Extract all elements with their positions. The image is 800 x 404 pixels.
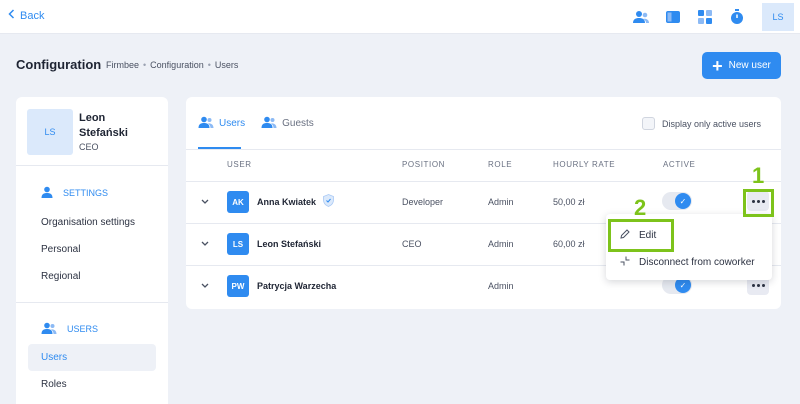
new-user-button[interactable]: + New user [702,52,781,79]
user-role: Admin [488,197,514,207]
chevron-left-icon [8,9,15,22]
step-1-highlight [743,189,774,217]
profile-avatar: LS [27,109,73,155]
page-title: Configuration [16,57,102,72]
user-position: CEO [402,239,422,249]
breadcrumb: Firmbee • Configuration • Users [106,60,238,70]
user-hourly-rate: 50,00 zł [553,197,585,207]
sidebar-item-personal[interactable]: Personal [28,236,156,263]
profile-sidebar: LS Leon Stefański CEO SETTINGS Organisat… [16,97,168,404]
top-bar: Back LS [0,0,800,34]
step-1-number: 1 [752,163,765,188]
settings-section-header: SETTINGS [41,186,108,200]
check-icon: ✓ [675,193,691,209]
tab-bar: Users Guests [198,116,314,130]
users-icon [261,116,277,131]
sidebar-item-roles[interactable]: Roles [28,371,156,398]
sidebar-item-users[interactable]: Users [28,344,156,371]
tab-label: Guests [282,117,314,129]
column-header-role: ROLE [488,160,513,169]
user-position: Developer [402,197,444,207]
sidebar-item-label: Regional [41,271,81,282]
grid-icon[interactable] [690,0,720,34]
panel-icon[interactable] [658,0,688,34]
user-avatar[interactable]: LS [762,3,794,31]
breadcrumb-separator: • [207,60,211,70]
chevron-down-icon[interactable] [198,194,212,208]
chevron-down-icon[interactable] [198,278,212,292]
sidebar-item-label: Roles [41,379,67,390]
active-users-filter[interactable]: Display only active users [642,117,761,130]
user-avatar: AK [227,191,249,213]
breadcrumb-item[interactable]: Configuration [150,60,204,70]
divider [186,149,781,150]
tab-label: Users [219,117,246,129]
user-name: Patrycja Warzecha [257,281,337,291]
menu-item-disconnect[interactable]: Disconnect from coworker [606,249,772,275]
profile-role: CEO [79,142,99,152]
column-header-active: ACTIVE [663,160,696,169]
sidebar-item-label: Organisation settings [41,217,135,228]
back-button[interactable]: Back [8,9,44,22]
back-label: Back [20,9,45,22]
active-users-checkbox[interactable] [642,117,655,130]
profile-first-name: Leon [79,112,106,124]
shield-icon [323,194,334,212]
settings-label: SETTINGS [63,188,109,198]
divider [16,302,168,303]
user-role: Admin [488,281,514,291]
profile-name: Leon Stefański [79,111,159,141]
tab-users[interactable]: Users [198,116,245,130]
sidebar-item-label: Personal [41,244,81,255]
filter-label: Display only active users [662,118,762,129]
chevron-down-icon[interactable] [198,236,212,250]
users-section-header: USERS [41,322,98,336]
top-toolbar: LS [626,0,800,34]
column-header-user: USER [227,160,252,169]
user-avatar: LS [227,233,249,255]
step-2-number: 2 [634,195,647,220]
plus-icon: + [712,55,723,76]
profile-last-name: Stefański [79,127,128,139]
new-user-label: New user [728,60,771,71]
sidebar-item-label: Users [41,352,68,363]
tab-guests[interactable]: Guests [261,116,314,130]
stopwatch-icon[interactable] [722,0,752,34]
breadcrumb-item[interactable]: Firmbee [106,60,139,70]
disconnect-icon [620,256,630,269]
sidebar-item-regional[interactable]: Regional [28,263,156,290]
breadcrumb-item: Users [214,60,239,70]
user-role: Admin [488,239,514,249]
user-avatar: PW [227,275,249,297]
column-header-position: POSITION [402,160,446,169]
breadcrumb-separator: • [143,60,147,70]
active-toggle[interactable]: ✓ [662,192,692,210]
user-hourly-rate: 60,00 zł [553,239,585,249]
column-header-hourly-rate: HOURLY RATE [553,160,616,169]
user-name: Anna Kwiatek [257,197,317,207]
users-icon[interactable] [626,0,656,34]
user-name: Leon Stefański [257,239,322,249]
users-icon [41,322,57,336]
sidebar-item-organisation-settings[interactable]: Organisation settings [28,209,156,236]
users-icon [198,116,214,131]
menu-item-label: Disconnect from coworker [639,256,755,268]
divider [16,165,168,166]
users-label: USERS [67,324,99,334]
step-2-highlight [608,219,674,252]
user-icon [41,186,53,200]
